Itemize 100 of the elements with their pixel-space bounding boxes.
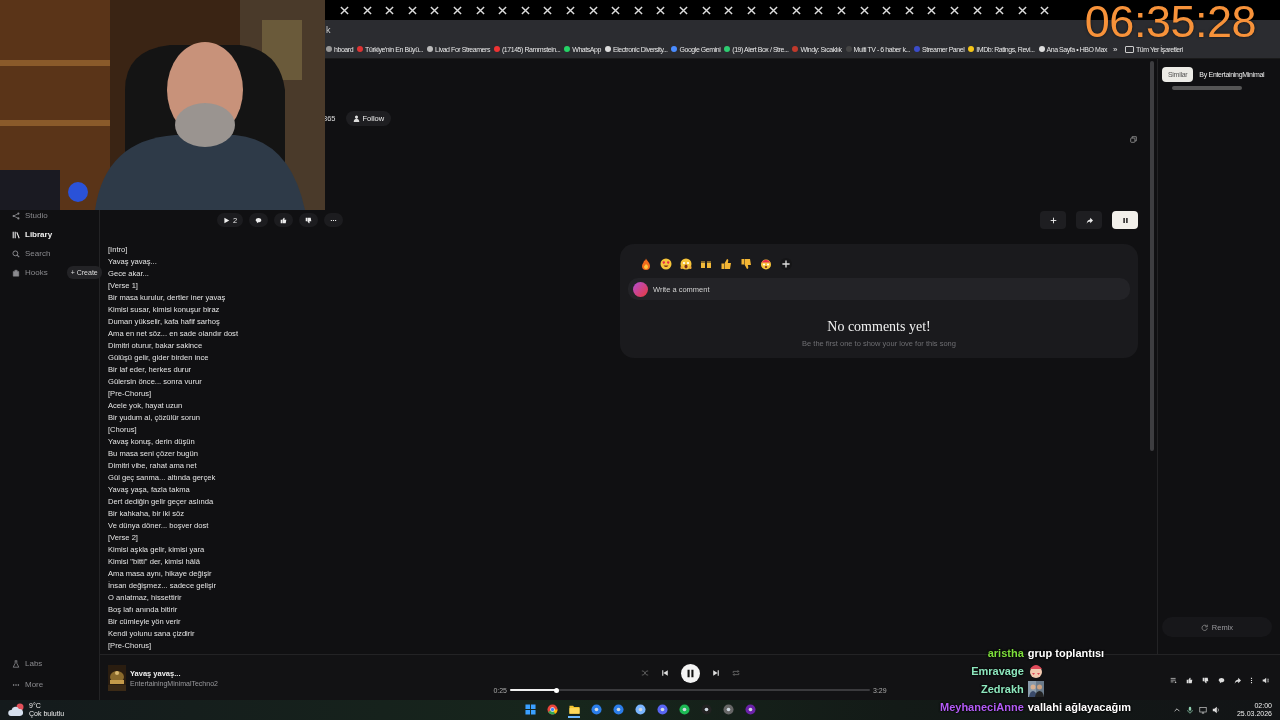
search-icon [12, 249, 20, 258]
sidebar-item[interactable]: More [0, 675, 99, 694]
x-icon[interactable] [1040, 5, 1050, 15]
weather-icon[interactable] [8, 703, 26, 717]
queue-icon[interactable] [1170, 677, 1177, 684]
x-icon[interactable] [340, 5, 349, 15]
thumbs-down-icon[interactable] [1202, 677, 1209, 684]
x-icon[interactable] [543, 5, 553, 15]
comment-button[interactable] [249, 213, 269, 227]
x-icon[interactable] [475, 5, 485, 15]
x-icon[interactable] [565, 5, 575, 15]
x-icon[interactable] [678, 5, 688, 15]
empty-title: No comments yet! [826, 319, 932, 335]
x-icon[interactable] [904, 5, 914, 15]
x-icon[interactable] [588, 5, 598, 15]
dislike-button[interactable] [299, 213, 319, 227]
x-icon[interactable] [724, 5, 734, 15]
thumbs-up-icon[interactable] [1186, 677, 1193, 684]
x-icon[interactable] [995, 5, 1005, 15]
x-icon[interactable] [1017, 5, 1027, 15]
shuffle-icon[interactable] [640, 669, 649, 677]
x-icon[interactable] [430, 5, 440, 15]
speaker-icon[interactable] [1211, 706, 1220, 714]
comment-icon [255, 216, 263, 224]
scrollbar[interactable] [1150, 61, 1154, 451]
microphone-icon[interactable] [1185, 706, 1194, 714]
x-icon[interactable] [611, 5, 621, 15]
x-icon[interactable] [837, 5, 847, 15]
thumbs-down-icon[interactable] [740, 258, 752, 270]
taskbar-app-icon[interactable] [590, 702, 602, 718]
sidebar-label: Library [25, 230, 53, 239]
taskbar-app-icon[interactable] [656, 702, 668, 718]
x-icon[interactable] [927, 5, 937, 15]
address-field[interactable]: k [326, 25, 331, 35]
more-bookmarks-button[interactable]: » [1112, 44, 1117, 54]
fire-icon[interactable] [640, 258, 652, 270]
more-icon[interactable] [1250, 677, 1253, 684]
add-button[interactable] [1040, 211, 1066, 229]
like-button[interactable] [274, 213, 294, 227]
scrollbar[interactable] [1172, 86, 1242, 90]
x-icon[interactable] [859, 5, 869, 15]
x-icon[interactable] [701, 5, 711, 15]
person-icon [352, 115, 360, 122]
x-icon[interactable] [498, 5, 508, 15]
chat-username: Emravage [970, 664, 1024, 679]
refresh-icon [1200, 623, 1208, 631]
x-icon[interactable] [520, 5, 530, 15]
taskbar-app-icon[interactable] [678, 702, 690, 718]
pause-button[interactable] [680, 663, 700, 683]
repeat-icon[interactable] [731, 669, 740, 677]
x-icon[interactable] [814, 5, 824, 15]
taskbar-app-icon[interactable] [634, 702, 646, 718]
share-button[interactable] [1076, 211, 1102, 229]
x-icon[interactable] [385, 5, 395, 15]
x-icon[interactable] [791, 5, 801, 15]
thumbs-up-icon[interactable] [720, 258, 732, 270]
sidebar-item[interactable]: Studio [0, 206, 99, 225]
taskbar-app-icon[interactable] [524, 702, 536, 718]
x-icon[interactable] [656, 5, 666, 15]
pause-icon [1121, 216, 1129, 224]
comment-icon[interactable] [1218, 677, 1225, 684]
sidebar-label: More [25, 680, 44, 689]
box-icon [12, 268, 20, 277]
clock-overlay: 06:35:28 [1084, 4, 1256, 40]
smiley-icon[interactable] [680, 258, 692, 270]
share-icon[interactable] [1234, 677, 1241, 684]
taskbar-app-icon[interactable] [744, 702, 756, 718]
sidebar-item[interactable]: Search [0, 244, 99, 263]
chevron-up-icon[interactable] [1172, 706, 1181, 714]
network-icon[interactable] [1198, 706, 1207, 714]
pause-button[interactable] [1112, 211, 1138, 229]
x-icon[interactable] [633, 5, 643, 15]
smiley-icon[interactable] [660, 258, 672, 270]
add-reaction-button[interactable] [780, 258, 792, 270]
sidebar-label: Labs [25, 659, 43, 668]
taskbar-app-icon[interactable] [722, 702, 734, 718]
sidebar-item[interactable]: Library [0, 225, 99, 244]
x-icon[interactable] [950, 5, 960, 15]
x-icon[interactable] [769, 5, 779, 15]
taskbar-app-icon[interactable] [612, 702, 624, 718]
copy-icon[interactable] [1130, 136, 1137, 143]
taskbar-app-icon[interactable] [546, 702, 558, 718]
x-icon[interactable] [452, 5, 462, 15]
sidebar-item[interactable]: Labs [0, 654, 99, 673]
previous-icon[interactable] [660, 669, 669, 677]
sidebar-label: Hooks [25, 268, 48, 277]
x-icon[interactable] [882, 5, 892, 15]
x-icon[interactable] [362, 5, 372, 15]
emote-icon [1027, 663, 1044, 679]
more-icon [330, 218, 338, 222]
smiley-icon[interactable] [760, 258, 772, 270]
raised-hands-icon[interactable] [700, 258, 712, 270]
share-icon [1085, 216, 1093, 224]
x-icon[interactable] [407, 5, 417, 15]
x-icon[interactable] [746, 5, 756, 15]
x-icon[interactable] [972, 5, 982, 15]
sidebar-label: Search [25, 249, 51, 258]
volume-icon[interactable] [1262, 677, 1269, 684]
next-icon[interactable] [711, 669, 720, 677]
chat-username: MeyhaneciAnne [940, 700, 1024, 715]
